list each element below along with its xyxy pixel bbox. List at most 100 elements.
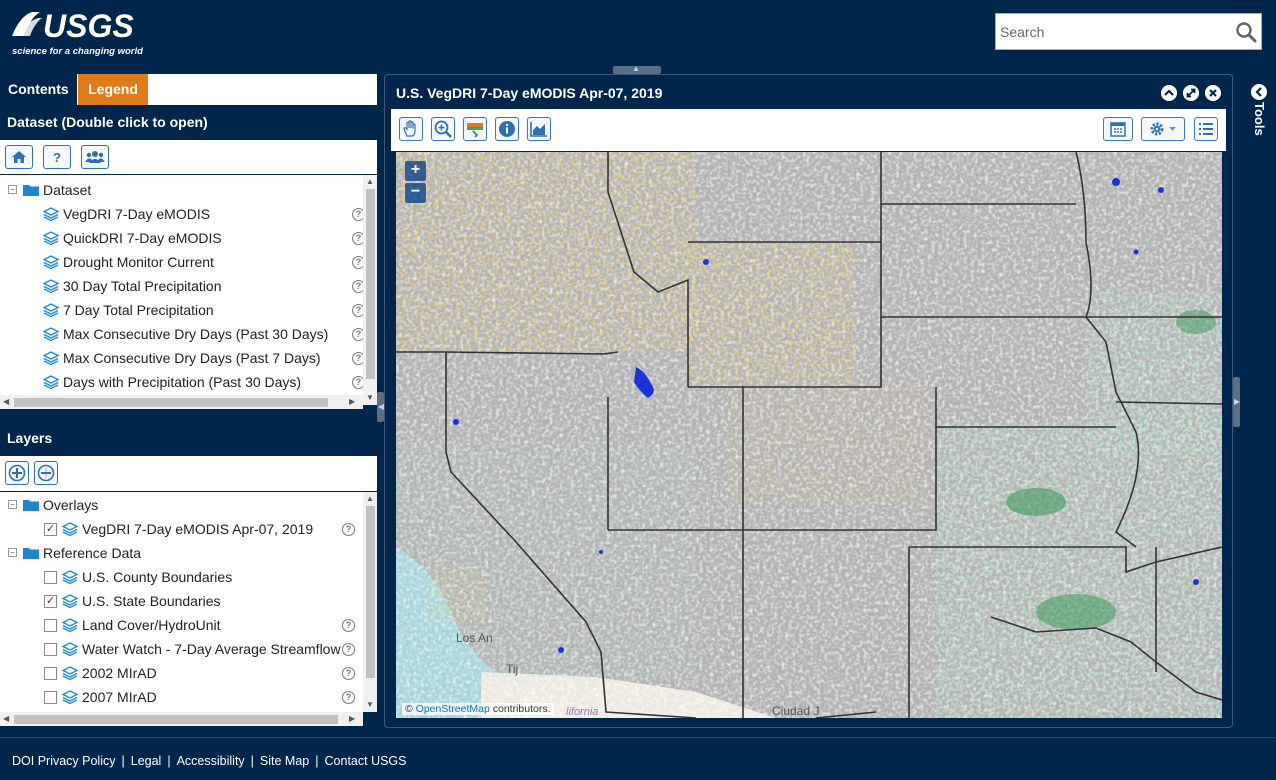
collapse-all-button[interactable]: [34, 461, 58, 485]
layer-checkbox[interactable]: [44, 571, 57, 584]
layer-item[interactable]: U.S. County Boundaries: [0, 566, 360, 588]
dataset-folder-label: Dataset: [43, 182, 92, 198]
footer-link[interactable]: DOI Privacy Policy: [12, 754, 116, 768]
dataset-vscroll-thumb[interactable]: [366, 189, 375, 379]
help-icon[interactable]: ?: [342, 667, 355, 680]
home-button[interactable]: [5, 145, 33, 169]
layer-checkbox[interactable]: [44, 691, 57, 704]
layer-item[interactable]: ✓ U.S. State Boundaries: [0, 590, 360, 612]
layer-checkbox[interactable]: ✓: [44, 595, 57, 608]
layers-icon: [43, 327, 59, 341]
footer-link[interactable]: Accessibility: [177, 754, 245, 768]
dataset-vscrollbar[interactable]: ▲ ▼: [363, 175, 377, 405]
layer-checkbox[interactable]: [44, 667, 57, 680]
footer-link[interactable]: Contact USGS: [325, 754, 407, 768]
tab-contents[interactable]: Contents: [0, 74, 77, 105]
footer-link[interactable]: Legal: [131, 754, 162, 768]
osm-link[interactable]: OpenStreetMap: [416, 703, 490, 715]
layers-toolbar: [0, 456, 377, 491]
left-panel-splitter[interactable]: ◀: [377, 392, 384, 422]
collapse-toggle[interactable]: −: [8, 500, 17, 509]
footer-separator: |: [315, 754, 319, 768]
identify-button[interactable]: [495, 117, 519, 141]
layers-icon: [43, 303, 59, 317]
chart-button[interactable]: [527, 117, 551, 141]
help-icon[interactable]: ?: [342, 619, 355, 632]
dataset-item[interactable]: Max Consecutive Dry Days (Past 7 Days)?: [0, 347, 365, 369]
expand-all-button[interactable]: [5, 461, 29, 485]
layer-list-button[interactable]: [1194, 117, 1218, 141]
users-icon: [85, 151, 105, 163]
help-icon[interactable]: ?: [342, 523, 355, 536]
layers-icon: [43, 351, 59, 365]
layer-item[interactable]: Water Watch - 7-Day Average Streamflow?: [0, 638, 360, 660]
dataset-item[interactable]: 7 Day Total Precipitation?: [0, 299, 365, 321]
search-input[interactable]: [996, 14, 1226, 49]
layer-item-label: 2002 MIrAD: [82, 665, 157, 681]
layer-checkbox[interactable]: [44, 643, 57, 656]
dataset-item[interactable]: Days with Precipitation (Past 30 Days)?: [0, 371, 365, 393]
layer-checkbox[interactable]: ✓: [44, 523, 57, 536]
layers-icon: [62, 594, 78, 608]
pan-hand-icon: [403, 120, 416, 137]
close-window-icon[interactable]: [1205, 85, 1221, 101]
layers-vscroll-thumb[interactable]: [366, 506, 375, 678]
collapse-toggle[interactable]: −: [8, 185, 17, 194]
map-canvas[interactable]: Los An Tij Ciudad J lifornia + − © OpenS…: [396, 152, 1222, 718]
restore-window-icon[interactable]: [1183, 85, 1199, 101]
logo-text: USGS: [43, 8, 134, 44]
layers-section-title: Layers: [7, 430, 53, 446]
dataset-hscrollbar[interactable]: ◀ ▶: [0, 395, 363, 409]
help-icon[interactable]: ?: [342, 691, 355, 704]
dataset-folder[interactable]: − Dataset: [0, 179, 360, 201]
dataset-item-label: Days with Precipitation (Past 30 Days): [63, 374, 302, 390]
dataset-hscroll-thumb[interactable]: [14, 398, 328, 407]
layer-checkbox[interactable]: [44, 619, 57, 632]
map-attribution: © OpenStreetMap contributors.: [396, 702, 1222, 718]
dataset-help-button[interactable]: ?: [43, 145, 71, 169]
collapse-window-icon[interactable]: [1161, 85, 1177, 101]
layer-item[interactable]: Land Cover/HydroUnit?: [0, 614, 360, 636]
chevron-left-icon[interactable]: [1251, 84, 1267, 100]
layers-vscrollbar[interactable]: ▲ ▼: [363, 492, 377, 712]
dataset-item[interactable]: VegDRI 7-Day eMODIS?: [0, 203, 365, 225]
users-button[interactable]: [81, 145, 109, 169]
layers-hscrollbar[interactable]: ◀ ▶: [0, 712, 363, 726]
tab-legend[interactable]: Legend: [78, 74, 148, 105]
layer-item-label: Land Cover/HydroUnit: [82, 617, 221, 633]
help-icon[interactable]: ?: [342, 643, 355, 656]
overlays-folder[interactable]: − Overlays: [0, 494, 360, 516]
map-zoom-in-button[interactable]: +: [405, 161, 426, 181]
layer-item[interactable]: 2002 MIrAD?: [0, 662, 360, 684]
footer-separator: |: [121, 754, 125, 768]
search-icon[interactable]: [1235, 21, 1257, 43]
panel-tabs: Contents Legend: [0, 74, 377, 105]
chart-icon: [530, 122, 547, 137]
dataset-item[interactable]: Drought Monitor Current?: [0, 251, 365, 273]
calendar-button[interactable]: [1103, 117, 1133, 141]
usgs-logo[interactable]: USGS science for a changing world: [10, 6, 150, 57]
map-window: U.S. VegDRI 7-Day eMODIS Apr-07, 2019 Lo…: [384, 74, 1233, 728]
map-zoom-out-button[interactable]: −: [405, 183, 426, 203]
layers-hscroll-thumb[interactable]: [14, 715, 338, 724]
pan-button[interactable]: [399, 117, 423, 141]
legend-toggle-button[interactable]: [463, 117, 487, 141]
layer-item[interactable]: 2007 MIrAD?: [0, 686, 360, 708]
footer-separator: |: [167, 754, 171, 768]
collapse-toggle[interactable]: −: [8, 548, 17, 557]
place-label-tijuana: Tij: [506, 662, 518, 676]
reference-data-folder[interactable]: − Reference Data: [0, 542, 360, 564]
right-panel-splitter[interactable]: ▶: [1233, 377, 1240, 427]
footer-link[interactable]: Site Map: [260, 754, 309, 768]
top-splitter[interactable]: ▲: [613, 64, 661, 74]
layers-icon: [43, 279, 59, 293]
tools-rail[interactable]: Tools: [1243, 80, 1273, 150]
dataset-item[interactable]: QuickDRI 7-Day eMODIS?: [0, 227, 365, 249]
layers-icon: [62, 570, 78, 584]
dataset-item[interactable]: Max Consecutive Dry Days (Past 30 Days)?: [0, 323, 365, 345]
layer-item[interactable]: ✓ VegDRI 7-Day eMODIS Apr-07, 2019?: [0, 518, 360, 540]
zoom-in-tool-button[interactable]: [431, 117, 455, 141]
layers-icon: [62, 642, 78, 656]
settings-dropdown-button[interactable]: [1141, 117, 1185, 141]
dataset-item[interactable]: 30 Day Total Precipitation?: [0, 275, 365, 297]
